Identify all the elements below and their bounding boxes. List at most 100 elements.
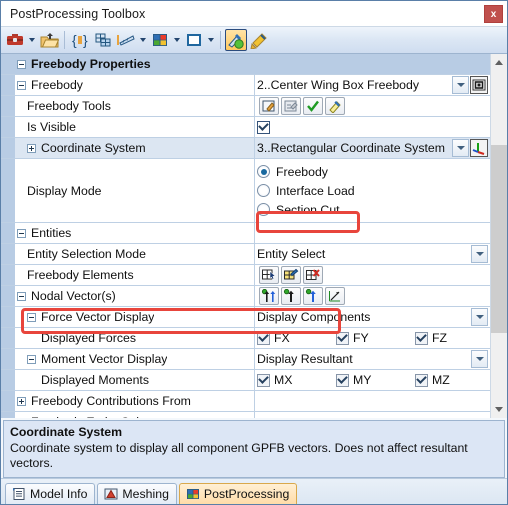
checkbox-label: MX <box>274 373 293 387</box>
tab-postprocessing[interactable]: PostProcessing <box>178 483 298 504</box>
ruler-dropdown-arrow[interactable] <box>138 29 148 51</box>
grid-row-freebody-elements[interactable]: Freebody Elements <box>1 265 490 286</box>
grid-row-displayed-moments[interactable]: Displayed Moments MX MY MZ <box>1 370 490 391</box>
coordinate-axes-icon[interactable] <box>470 139 488 157</box>
grid-row-freebody[interactable]: Freebody 2..Center Wing Box Freebody <box>1 75 490 96</box>
grid-row-display-mode[interactable]: Display Mode Freebody Interface Load Sectio… <box>1 159 490 223</box>
row-value-cell-displayed-moments: MX MY MZ <box>255 370 490 390</box>
expand-icon[interactable] <box>27 143 36 153</box>
toolbox-icon[interactable] <box>4 29 26 51</box>
checkbox-item[interactable]: MY <box>336 373 410 387</box>
both-vectors-icon[interactable] <box>259 287 279 305</box>
grid-row-is-visible[interactable]: Is Visible <box>1 117 490 138</box>
checkbox-group-displayed-moments: MX MY MZ <box>257 373 489 387</box>
checkbox-is-visible[interactable] <box>257 120 270 134</box>
pick-elements-icon[interactable] <box>259 266 279 284</box>
toolbox-dropdown-arrow[interactable] <box>27 29 37 51</box>
grid-row-freebody-properties[interactable]: Freebody Properties <box>1 54 490 75</box>
layers-icon[interactable] <box>92 29 114 51</box>
radio-button[interactable] <box>257 203 270 216</box>
dropdown-arrow-freebody[interactable] <box>452 76 469 94</box>
copy-freebody-icon[interactable] <box>281 97 301 115</box>
freebody-brush-icon[interactable] <box>225 29 247 51</box>
radio-option[interactable]: Freebody <box>257 162 355 181</box>
collapse-icon[interactable] <box>17 80 26 90</box>
scroll-up-button[interactable] <box>491 54 507 71</box>
grid-row-freebody-contributions-from[interactable]: Freebody Contributions From <box>1 391 490 412</box>
tab-meshing[interactable]: Meshing <box>97 483 177 504</box>
open-folder-icon[interactable] <box>38 29 60 51</box>
grid-row-freebody-entity-colors[interactable]: Freebody Entity Colors <box>1 412 490 418</box>
square-dropdown-arrow[interactable] <box>206 29 216 51</box>
vector-plot-icon[interactable] <box>325 287 345 305</box>
grid-row-nodal-vectors[interactable]: Nodal Vector(s) <box>1 286 490 307</box>
grid-row-entities[interactable]: Entities <box>1 223 490 244</box>
checkbox[interactable] <box>257 331 270 345</box>
grid-row-coordinate-system[interactable]: Coordinate System 3..Rectangular Coordina… <box>1 138 490 159</box>
grid-row-entity-selection-mode[interactable]: Entity Selection Mode Entity Select <box>1 244 490 265</box>
ruler-icon[interactable] <box>115 29 137 51</box>
checkbox[interactable] <box>415 373 428 387</box>
row-gutter <box>1 286 15 306</box>
row-label: Freebody Entity Colors <box>31 415 156 418</box>
collapse-icon[interactable] <box>27 354 36 364</box>
dropdown-arrow-force-vector-display[interactable] <box>471 308 488 326</box>
checkbox[interactable] <box>257 373 270 387</box>
broom-icon[interactable] <box>248 29 270 51</box>
description-title: Coordinate System <box>10 425 123 439</box>
property-grid[interactable]: Freebody Properties Freebody 2..Center Win… <box>1 54 490 418</box>
radio-button[interactable] <box>257 184 270 197</box>
row-label: Display Mode <box>27 183 102 198</box>
checkbox[interactable] <box>336 373 349 387</box>
radio-button[interactable] <box>257 165 270 178</box>
collapse-icon[interactable] <box>17 228 26 238</box>
row-gutter <box>1 370 15 390</box>
collapse-icon[interactable] <box>27 312 36 322</box>
checkbox-item[interactable]: FZ <box>415 331 489 345</box>
row-gutter <box>1 244 15 264</box>
checkbox[interactable] <box>415 331 428 345</box>
tab-label: Meshing <box>122 487 169 501</box>
grid-row-freebody-tools[interactable]: Freebody Tools <box>1 96 490 117</box>
apply-freebody-icon[interactable] <box>303 97 323 115</box>
scrollbar-thumb[interactable] <box>491 145 507 333</box>
row-label: Nodal Vector(s) <box>31 289 116 303</box>
checkbox-item[interactable]: MX <box>257 373 331 387</box>
checkbox-item[interactable]: MZ <box>415 373 489 387</box>
scrollbar-track[interactable] <box>491 71 507 401</box>
checkbox[interactable] <box>336 331 349 345</box>
select-freebody-icon[interactable] <box>470 76 488 94</box>
row-value-cell-entity-selection-mode: Entity Select <box>255 244 490 264</box>
delete-elements-icon[interactable] <box>303 266 323 284</box>
grid-row-moment-vector-display[interactable]: Moment Vector Display Display Resultant <box>1 349 490 370</box>
tab-model-info[interactable]: Model Info <box>5 483 96 504</box>
highlight-freebody-icon[interactable] <box>325 97 345 115</box>
checkbox-item[interactable]: FX <box>257 331 331 345</box>
radio-option[interactable]: Section Cut <box>257 200 355 219</box>
row-value-cell-freebody-contributions-from <box>255 391 490 411</box>
row-value-cell-freebody-tools <box>255 96 490 116</box>
square-icon[interactable] <box>183 29 205 51</box>
dropdown-arrow-entity-selection-mode[interactable] <box>471 245 488 263</box>
contour-icon[interactable] <box>149 29 171 51</box>
collapse-icon[interactable] <box>17 59 26 69</box>
paint-elements-icon[interactable] <box>281 266 301 284</box>
close-button[interactable]: x <box>484 5 503 23</box>
grid-row-force-vector-display[interactable]: Force Vector Display Display Components <box>1 307 490 328</box>
vertical-scrollbar[interactable] <box>490 54 507 418</box>
moment-vector-icon[interactable] <box>303 287 323 305</box>
expand-icon[interactable] <box>17 417 26 418</box>
dropdown-arrow-coordinate-system[interactable] <box>452 139 469 157</box>
contour-dropdown-arrow[interactable] <box>172 29 182 51</box>
radio-group-display-mode: Freebody Interface Load Section Cut <box>257 159 355 222</box>
scroll-down-button[interactable] <box>491 401 507 418</box>
edit-freebody-icon[interactable] <box>259 97 279 115</box>
braces-icon[interactable]: { } <box>69 29 91 51</box>
force-vector-icon[interactable] <box>281 287 301 305</box>
checkbox-item[interactable]: FY <box>336 331 410 345</box>
collapse-icon[interactable] <box>17 291 26 301</box>
expand-icon[interactable] <box>17 396 26 406</box>
grid-row-displayed-forces[interactable]: Displayed Forces FX FY FZ <box>1 328 490 349</box>
dropdown-arrow-moment-vector-display[interactable] <box>471 350 488 368</box>
radio-option[interactable]: Interface Load <box>257 181 355 200</box>
